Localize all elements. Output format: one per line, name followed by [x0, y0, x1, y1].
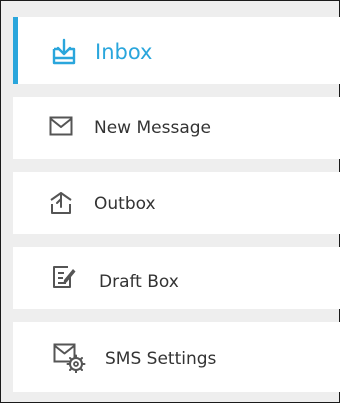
sms-menu-panel: Inbox New Message Outbox Draft Box SMS S…: [0, 0, 340, 403]
outbox-upload-icon: [48, 191, 74, 215]
sidebar-item-label: Inbox: [95, 40, 153, 64]
envelope-icon: [49, 116, 73, 136]
sidebar-item-label: SMS Settings: [105, 349, 217, 369]
message-settings-icon: [53, 343, 87, 373]
sidebar-item-label: New Message: [94, 118, 211, 138]
sidebar-item-new-message[interactable]: New Message: [13, 97, 340, 159]
sidebar-item-label: Outbox: [94, 194, 156, 214]
sidebar-item-draft-box[interactable]: Draft Box: [13, 247, 340, 309]
sidebar-item-inbox[interactable]: Inbox: [13, 17, 340, 84]
sidebar-item-outbox[interactable]: Outbox: [13, 172, 340, 234]
draft-edit-icon: [51, 264, 77, 290]
sidebar-item-label: Draft Box: [99, 272, 179, 292]
sidebar-item-sms-settings[interactable]: SMS Settings: [13, 322, 340, 392]
inbox-download-icon: [49, 38, 79, 66]
sms-sidebar-menu: Inbox New Message Outbox Draft Box SMS S…: [13, 1, 340, 404]
